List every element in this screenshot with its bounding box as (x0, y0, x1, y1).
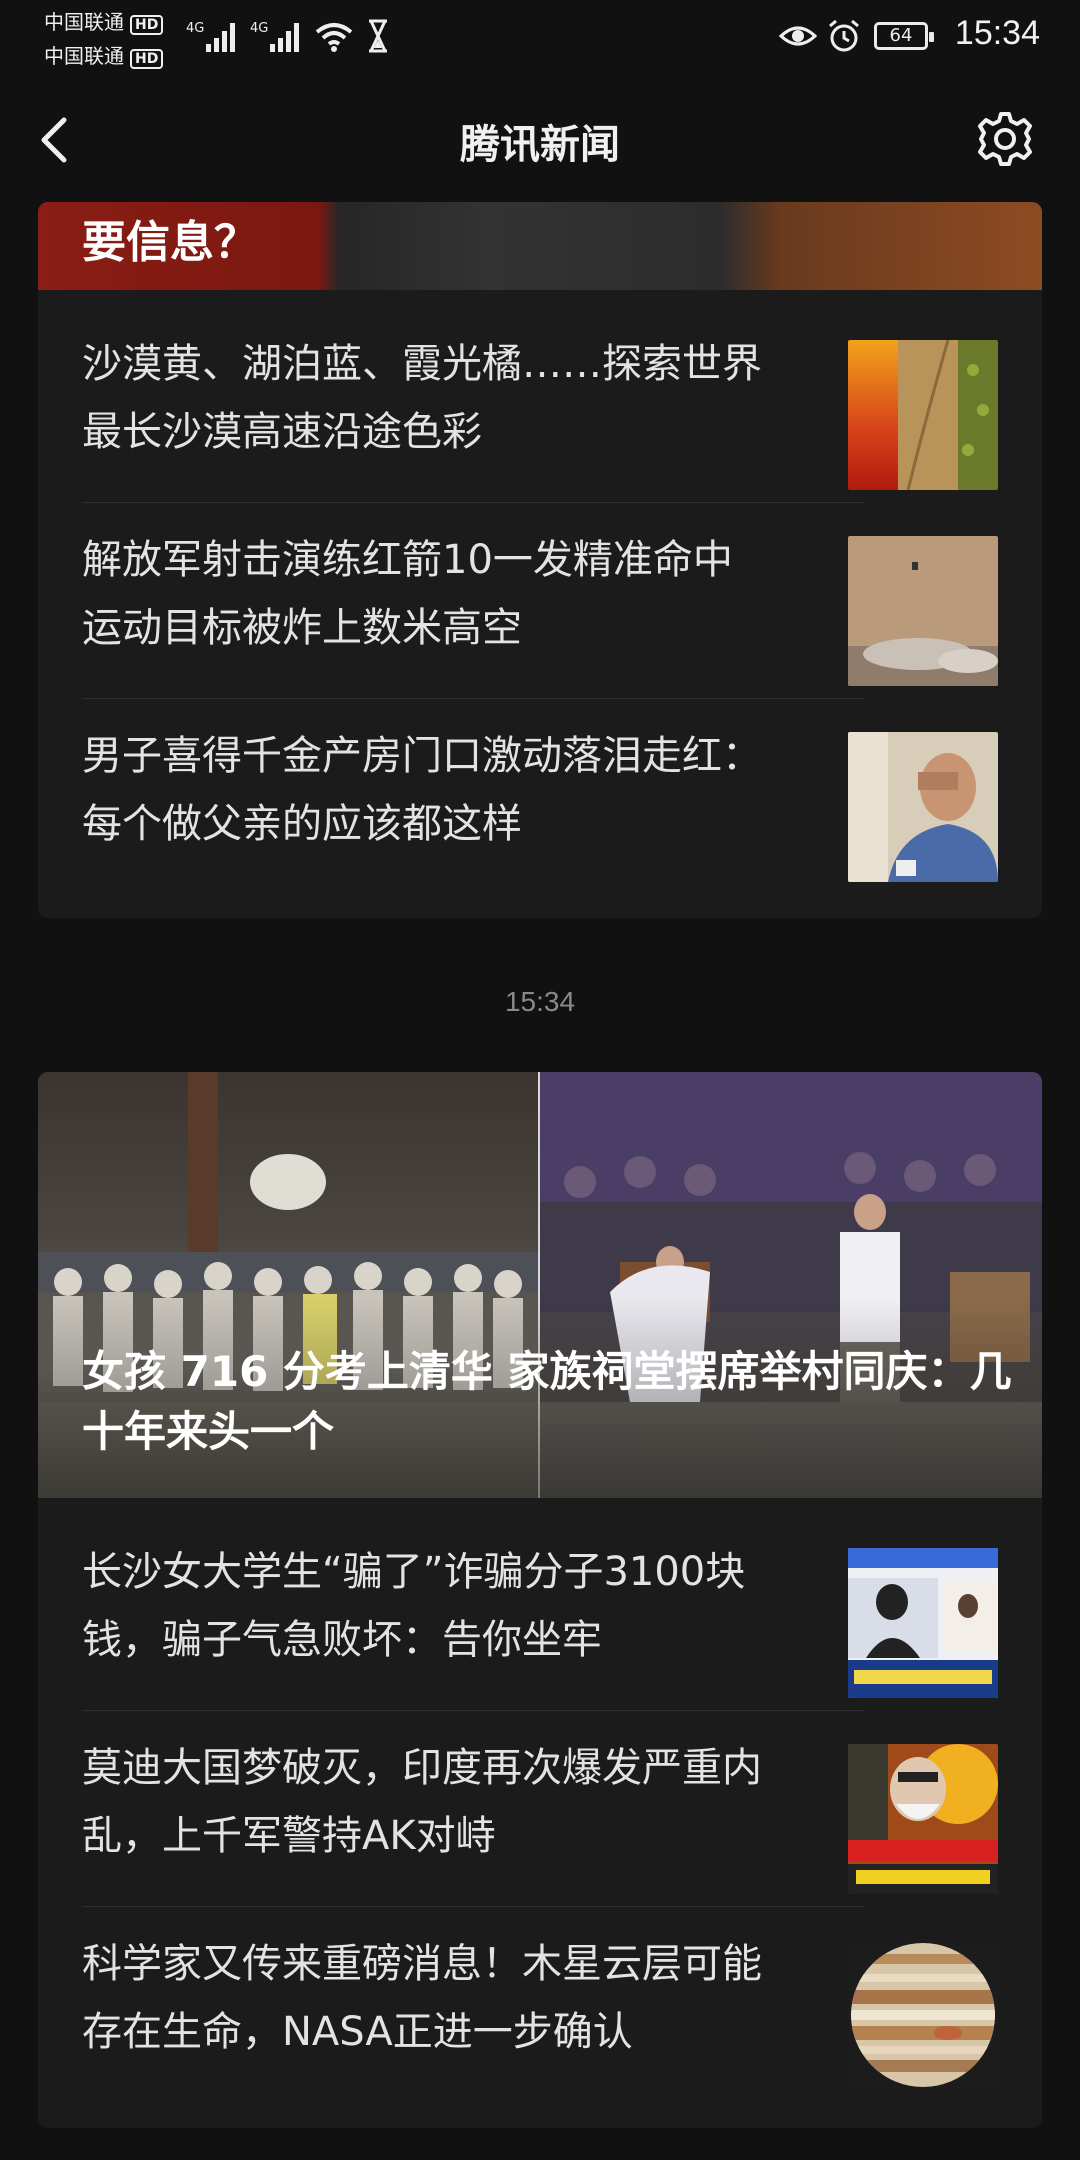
news-thumbnail (848, 1744, 998, 1894)
battery-level: 64 (889, 25, 913, 46)
signal-icon: 4G (186, 21, 235, 52)
carrier-1-label: 中国联通 (44, 10, 124, 34)
hd-badge: HD (130, 49, 164, 69)
news-item[interactable]: 莫迪大国梦破灭，印度再次爆发严重内乱，上千军警持AK对峙 (38, 1704, 1042, 1900)
battery-indicator: 64 (874, 22, 934, 50)
news-headline: 男子喜得千金产房门口激动落泪走红：每个做父亲的应该都这样 (82, 733, 762, 847)
news-card: 要信息？ 沙漠黄、湖泊蓝、霞光橘……探索世界最长沙漠高速沿途色彩 解放军射击演练… (38, 202, 1042, 918)
news-thumbnail (848, 340, 998, 490)
news-headline: 莫迪大国梦破灭，印度再次爆发严重内乱，上千军警持AK对峙 (82, 1745, 762, 1859)
featured-news-banner[interactable]: 女孩 716 分考上清华 家族祠堂摆席举村同庆：几十年来头一个 (38, 1072, 1042, 1498)
news-item[interactable]: 男子喜得千金产房门口激动落泪走红：每个做父亲的应该都这样 (38, 692, 1042, 888)
news-thumbnail (848, 1548, 998, 1698)
news-item[interactable]: 解放军射击演练红箭10一发精准命中 运动目标被炸上数米高空 (38, 496, 1042, 692)
network-type-1: 4G (186, 21, 204, 36)
signal-icon: 4G (250, 21, 299, 52)
news-banner-partial[interactable]: 要信息？ (38, 202, 1042, 290)
banner-title: 女孩 716 分考上清华 家族祠堂摆席举村同庆：几十年来头一个 (82, 1347, 1012, 1456)
banner-title: 要信息？ (82, 217, 258, 268)
carrier-1: 中国联通 HD (44, 6, 164, 35)
hourglass-icon (369, 19, 387, 53)
news-item[interactable]: 沙漠黄、湖泊蓝、霞光橘……探索世界最长沙漠高速沿途色彩 (38, 300, 1042, 496)
news-item[interactable]: 长沙女大学生“骗了”诈骗分子3100块钱，骗子气急败坏：告你坐牢 (38, 1508, 1042, 1704)
title-bar: 腾讯新闻 (0, 80, 1080, 202)
gear-icon[interactable] (974, 108, 1036, 170)
news-headline: 解放军射击演练红箭10一发精准命中 运动目标被炸上数米高空 (82, 537, 733, 651)
news-card: 女孩 716 分考上清华 家族祠堂摆席举村同庆：几十年来头一个 长沙女大学生“骗… (38, 1072, 1042, 2128)
news-headline: 沙漠黄、湖泊蓝、霞光橘……探索世界最长沙漠高速沿途色彩 (82, 341, 762, 455)
status-time: 15:34 (954, 14, 1040, 52)
carrier-2-label: 中国联通 (44, 44, 124, 68)
news-item[interactable]: 科学家又传来重磅消息！木星云层可能存在生命，NASA正进一步确认 (38, 1900, 1042, 2096)
feed-timestamp: 15:34 (504, 986, 576, 1017)
status-bar: 中国联通 HD 中国联通 HD 4G 4G 64 15:34 (0, 0, 1080, 80)
news-headline: 长沙女大学生“骗了”诈骗分子3100块钱，骗子气急败坏：告你坐牢 (82, 1549, 746, 1663)
news-headline: 科学家又传来重磅消息！木星云层可能存在生命，NASA正进一步确认 (82, 1941, 762, 2055)
eye-comfort-icon (778, 26, 818, 46)
wifi-icon (315, 23, 353, 52)
page-title: 腾讯新闻 (460, 122, 620, 168)
hd-badge: HD (130, 15, 164, 35)
network-type-2: 4G (250, 21, 268, 36)
news-thumbnail (848, 536, 998, 686)
carrier-2: 中国联通 HD (44, 40, 164, 69)
alarm-icon (829, 19, 859, 52)
news-thumbnail (848, 1940, 998, 2090)
news-thumbnail (848, 732, 998, 882)
